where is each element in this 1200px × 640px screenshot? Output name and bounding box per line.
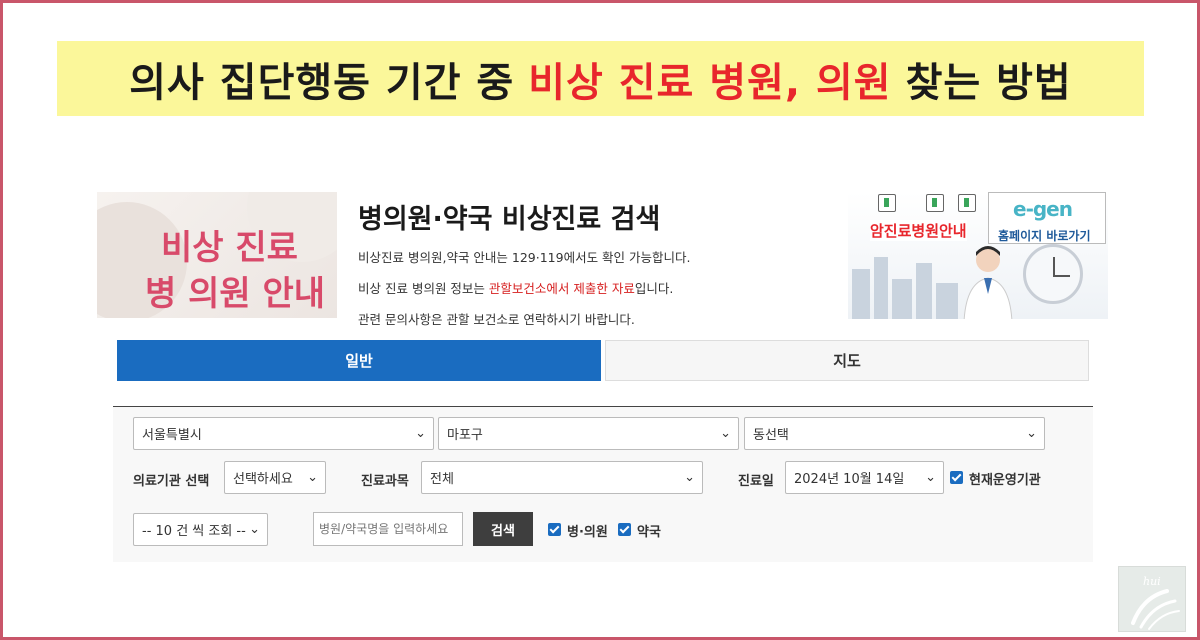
pharmacy-icon — [926, 194, 944, 212]
name-search-input[interactable] — [313, 512, 463, 546]
date-select[interactable]: 2024년 10월 14일 ⌄ — [785, 461, 944, 494]
chevron-down-icon: ⌄ — [684, 470, 695, 485]
corner-logo-text: hui — [1143, 575, 1161, 588]
headline-part1: 의사 집단행동 기간 중 — [129, 59, 515, 106]
headline: 의사 집단행동 기간 중 비상 진료 병원, 의원 찾는 방법 — [57, 41, 1144, 116]
info-line-2: 비상 진료 병의원 정보는 관할보건소에서 제출한 자료입니다. — [358, 278, 673, 297]
corner-logo: hui — [1118, 566, 1186, 632]
date-label: 진료일 — [738, 474, 774, 489]
department-select-value: 전체 — [430, 472, 454, 487]
chevron-down-icon: ⌄ — [720, 426, 731, 441]
info-line-2-pre: 비상 진료 병의원 정보는 — [358, 281, 489, 296]
banner-line2: 병 의원 안내 — [145, 274, 326, 314]
egen-home-link[interactable]: e-gen 홈페이지 바로가기 — [988, 192, 1106, 244]
tab-map[interactable]: 지도 — [605, 340, 1089, 381]
date-select-value: 2024년 10월 14일 — [794, 472, 905, 487]
emergency-care-banner: 비상 진료 병 의원 안내 — [97, 192, 337, 318]
city-select[interactable]: 서울특별시 ⌄ — [133, 417, 434, 450]
pharmacy-label: 약국 — [637, 525, 661, 540]
pharmacy-checkbox[interactable] — [618, 523, 631, 536]
headline-highlight: 비상 진료 병원, 의원 — [528, 59, 892, 106]
headline-part3: 찾는 방법 — [905, 59, 1072, 106]
search-button[interactable]: 검색 — [473, 512, 533, 546]
department-select[interactable]: 전체 ⌄ — [421, 461, 703, 494]
page-size-value: -- 10 건 씩 조회 -- — [142, 524, 246, 539]
chevron-down-icon: ⌄ — [1026, 426, 1037, 441]
info-line-3: 관련 문의사항은 관할 보건소로 연락하시기 바랍니다. — [358, 312, 635, 327]
doctor-illustration — [963, 246, 1013, 319]
info-line-2-post: 입니다. — [634, 281, 674, 296]
info-line-2-highlight: 관할보건소에서 제출한 자료 — [488, 281, 635, 296]
building-illustration — [848, 249, 968, 319]
district-select-value: 마포구 — [447, 428, 483, 443]
chevron-down-icon: ⌄ — [249, 522, 260, 537]
chevron-down-icon: ⌄ — [307, 470, 318, 485]
institution-label: 의료기관 선택 — [133, 474, 210, 489]
chevron-down-icon: ⌄ — [925, 470, 936, 485]
hospital-checkbox[interactable] — [548, 523, 561, 536]
tab-general[interactable]: 일반 — [117, 340, 601, 381]
dong-select[interactable]: 동선택 ⌄ — [744, 417, 1045, 450]
banner-line1: 비상 진료 — [161, 228, 298, 268]
district-select[interactable]: 마포구 ⌄ — [438, 417, 739, 450]
institution-select[interactable]: 선택하세요 ⌄ — [224, 461, 326, 494]
chevron-down-icon: ⌄ — [415, 426, 426, 441]
cancer-hospital-banner[interactable]: 암진료병원안내 e-gen 홈페이지 바로가기 — [848, 192, 1108, 319]
page-title: 병의원·약국 비상진료 검색 — [358, 204, 661, 235]
clock-icon — [1023, 244, 1083, 304]
info-line-1: 비상진료 병의원,약국 안내는 129·119에서도 확인 가능합니다. — [358, 250, 691, 265]
operating-checkbox[interactable] — [950, 471, 963, 484]
egen-logo: e-gen — [1013, 197, 1073, 221]
cancer-hospital-label: 암진료병원안내 — [870, 220, 967, 241]
operating-label: 현재운영기관 — [969, 473, 1041, 488]
ambulance-icon — [958, 194, 976, 212]
hospital-label: 병·의원 — [567, 525, 608, 540]
dong-select-value: 동선택 — [753, 428, 789, 443]
city-select-value: 서울특별시 — [142, 428, 202, 443]
department-label: 진료과목 — [361, 474, 409, 489]
page-size-select[interactable]: -- 10 건 씩 조회 -- ⌄ — [133, 513, 268, 546]
hospital-icon — [878, 194, 896, 212]
institution-select-value: 선택하세요 — [233, 472, 293, 487]
